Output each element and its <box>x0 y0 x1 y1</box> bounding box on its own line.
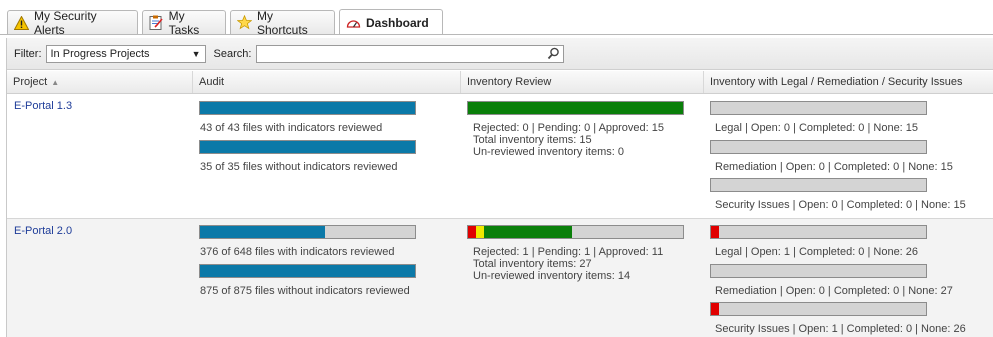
column-header-audit[interactable]: Audit <box>193 71 461 93</box>
inventory-review-bar <box>467 101 684 115</box>
column-header-label: Inventory with Legal / Remediation / Sec… <box>710 76 963 88</box>
column-header-inventory-review[interactable]: Inventory Review <box>461 71 704 93</box>
project-link[interactable]: E-Portal 1.3 <box>14 100 72 112</box>
inventory-pending-segment <box>475 226 484 238</box>
audit-without-indicators-text: 35 of 35 files without indicators review… <box>200 161 398 173</box>
issue-open-segment <box>711 226 719 238</box>
gauge-icon <box>346 15 361 30</box>
tab-my-shortcuts[interactable]: My Shortcuts <box>230 8 335 37</box>
legal-issues-text: Legal | Open: 1 | Completed: 0 | None: 2… <box>715 246 919 258</box>
search-label: Search: <box>213 47 252 60</box>
audit-with-indicators-text: 43 of 43 files with indicators reviewed <box>200 122 383 134</box>
table-row: E-Portal 1.3 43 of 43 files with indicat… <box>7 94 993 218</box>
remediation-issues-bar <box>710 140 927 154</box>
tasks-icon <box>149 15 164 30</box>
remediation-issues-bar <box>710 264 927 278</box>
inventory-approved-segment <box>468 102 683 114</box>
tab-label: My Tasks <box>168 8 200 37</box>
inventory-unreviewed-text: Un-reviewed inventory items: 0 <box>473 146 625 158</box>
tab-label: Dashboard <box>366 15 429 30</box>
inventory-approved-segment <box>483 226 572 238</box>
search-input[interactable] <box>256 44 565 63</box>
audit-with-indicators-bar <box>199 101 416 115</box>
column-header-row: Project ▲ Audit Inventory Review Inventor… <box>7 71 993 94</box>
sort-ascending-icon: ▲ <box>51 78 60 87</box>
filter-select-value: In Progress Projects <box>50 47 150 60</box>
legal-issues-text: Legal | Open: 0 | Completed: 0 | None: 1… <box>715 122 919 134</box>
security-issues-text: Security Issues | Open: 0 | Completed: 0… <box>715 199 966 211</box>
column-header-project[interactable]: Project ▲ <box>7 71 193 93</box>
inventory-counts-text: Rejected: 1 | Pending: 1 | Approved: 11 <box>473 246 664 258</box>
column-header-issues[interactable]: Inventory with Legal / Remediation / Sec… <box>704 71 993 93</box>
inventory-unreviewed-text: Un-reviewed inventory items: 14 <box>473 270 631 282</box>
dashboard-panel: Filter: In Progress Projects ▼ Search: P… <box>6 38 993 337</box>
chevron-down-icon: ▼ <box>191 48 201 59</box>
warning-icon <box>14 15 29 30</box>
remediation-issues-text: Remediation | Open: 0 | Completed: 0 | N… <box>715 161 953 173</box>
table-row: E-Portal 2.0 376 of 648 files with indic… <box>7 219 993 337</box>
remediation-issues-text: Remediation | Open: 0 | Completed: 0 | N… <box>715 285 953 297</box>
audit-with-indicators-text: 376 of 648 files with indicators reviewe… <box>200 246 395 258</box>
inventory-total-text: Total inventory items: 27 <box>473 258 592 270</box>
audit-without-indicators-bar <box>199 264 416 278</box>
tab-label: My Shortcuts <box>257 8 308 37</box>
inventory-rejected-segment <box>468 226 476 238</box>
audit-without-indicators-bar <box>199 140 416 154</box>
filter-select[interactable]: In Progress Projects ▼ <box>45 44 206 63</box>
tab-dashboard[interactable]: Dashboard <box>339 9 443 35</box>
audit-without-indicators-text: 875 of 875 files without indicators revi… <box>200 285 410 297</box>
tab-bar: My Security Alerts My Tasks My Shortcuts… <box>0 0 993 38</box>
column-header-label: Project <box>13 76 48 88</box>
filter-toolbar: Filter: In Progress Projects ▼ Search: <box>7 38 993 70</box>
search-icon[interactable] <box>545 46 561 62</box>
tab-my-tasks[interactable]: My Tasks <box>142 8 226 37</box>
security-issues-text: Security Issues | Open: 1 | Completed: 0… <box>715 323 966 335</box>
tab-my-security-alerts[interactable]: My Security Alerts <box>7 8 138 37</box>
legal-issues-bar <box>710 101 927 115</box>
project-link[interactable]: E-Portal 2.0 <box>14 225 72 237</box>
column-header-label: Inventory Review <box>467 76 552 88</box>
column-header-label: Audit <box>199 76 225 88</box>
inventory-review-bar <box>467 225 684 239</box>
filter-label: Filter: <box>14 47 42 60</box>
audit-with-indicators-bar <box>199 225 416 239</box>
inventory-counts-text: Rejected: 0 | Pending: 0 | Approved: 15 <box>473 122 665 134</box>
star-icon <box>237 15 252 30</box>
tab-divider <box>0 34 993 35</box>
tab-label: My Security Alerts <box>34 8 97 37</box>
legal-issues-bar <box>710 225 927 239</box>
inventory-total-text: Total inventory items: 15 <box>473 134 592 146</box>
security-issues-bar <box>710 302 927 316</box>
security-issues-bar <box>710 178 927 192</box>
issue-open-segment <box>711 303 719 315</box>
